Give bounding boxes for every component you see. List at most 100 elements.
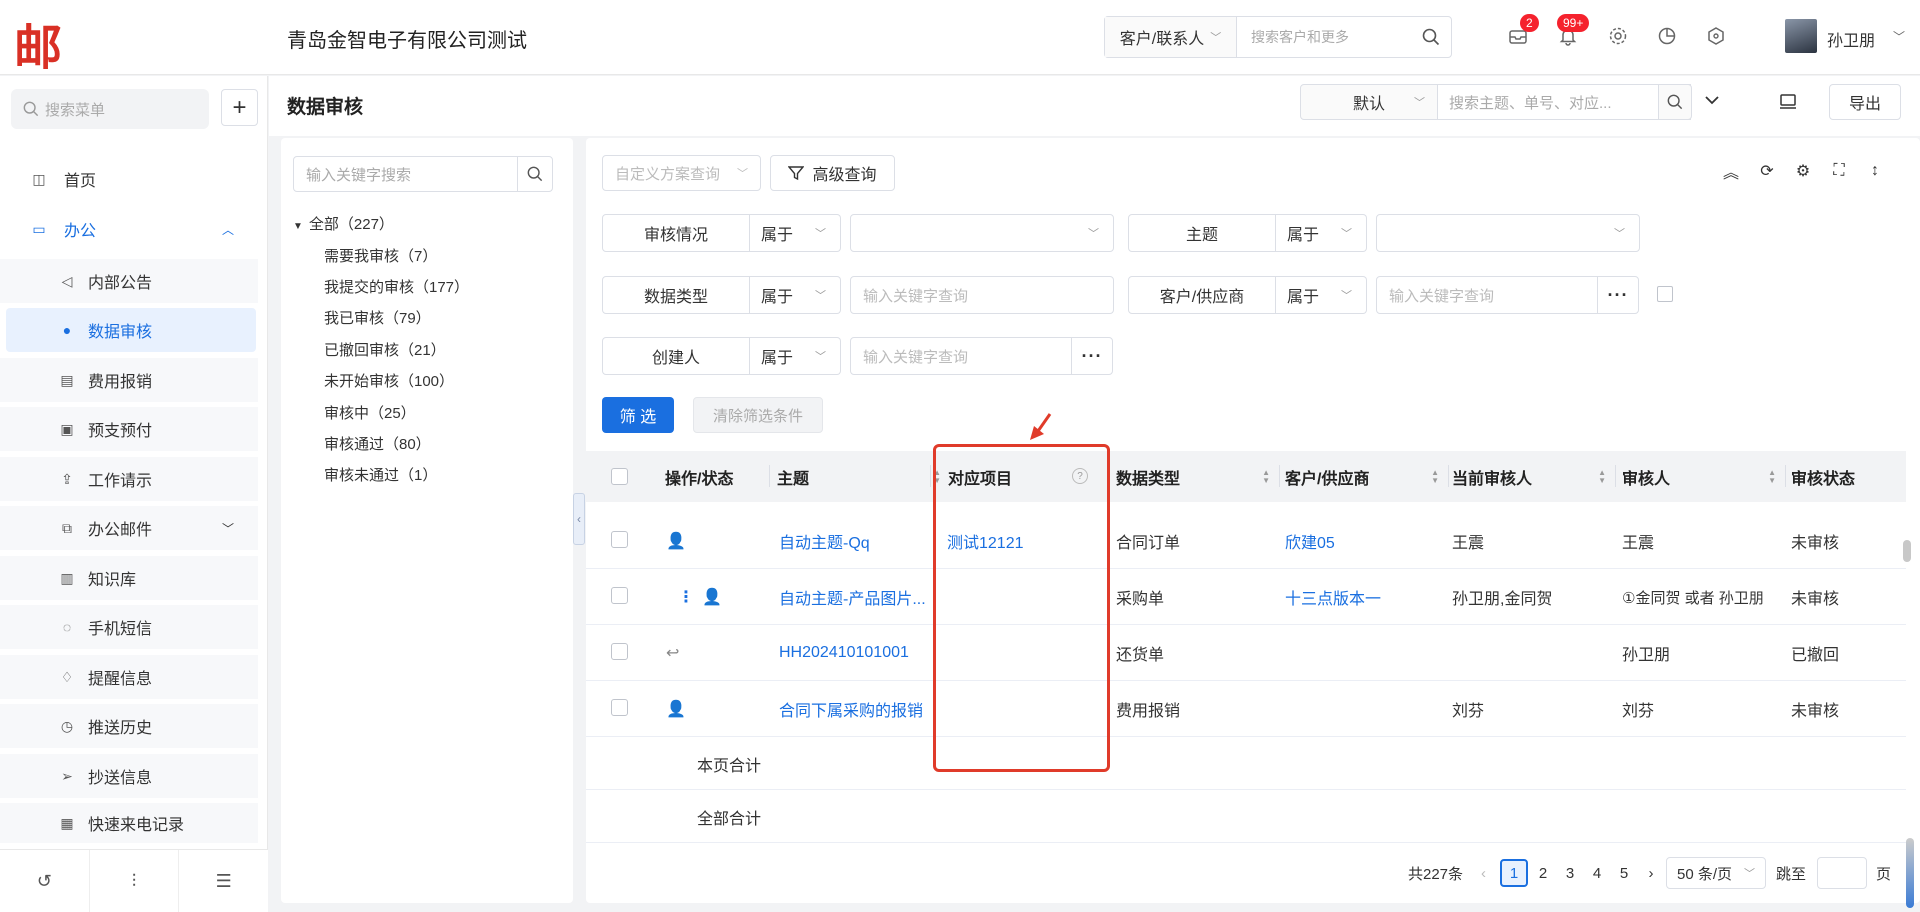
cube-icon[interactable] xyxy=(1704,24,1728,48)
chevron-down-icon[interactable] xyxy=(1704,92,1720,113)
page-3-button[interactable]: 3 xyxy=(1556,859,1584,887)
sidebar-item-mail[interactable]: ⧉ 办公邮件 ﹀ xyxy=(0,506,258,550)
search-icon[interactable] xyxy=(517,156,553,192)
help-icon[interactable]: ? xyxy=(1072,468,1088,484)
tree-search-input[interactable]: 输入关键字搜索 xyxy=(293,156,518,192)
collapse-panel-handle[interactable]: ‹ xyxy=(573,493,585,545)
collapse-menu-icon[interactable]: ☰ xyxy=(179,850,268,912)
sidebar-item-expense[interactable]: ▤ 费用报销 xyxy=(0,358,258,402)
sidebar-item-cc[interactable]: ➢ 抄送信息 xyxy=(0,754,258,798)
vertical-scrollbar[interactable] xyxy=(1903,540,1911,562)
page-4-button[interactable]: 4 xyxy=(1583,859,1611,887)
filter-op-select[interactable]: 属于 ﹀ xyxy=(749,276,841,314)
subject-link[interactable]: 自动主题-产品图片... xyxy=(779,569,926,625)
filter-op-select[interactable]: 属于 ﹀ xyxy=(1275,276,1367,314)
row-checkbox[interactable] xyxy=(611,531,628,548)
tree-node[interactable]: 我已审核（79） xyxy=(324,307,431,328)
page-size-select[interactable]: 50 条/页 ﹀ xyxy=(1666,857,1766,889)
record-search-input[interactable]: 搜索主题、单号、对应... xyxy=(1437,84,1691,120)
column-divider[interactable] xyxy=(1785,465,1786,487)
menu-search-input[interactable]: 搜索菜单 xyxy=(11,89,209,129)
sidebar-item-quick-call[interactable]: ▦ 快速来电记录 xyxy=(0,803,258,843)
table-row[interactable]: ⋮ 👤 自动主题-产品图片... 采购单 十三点版本一 孙卫朋,金同贺 ①金同贺… xyxy=(586,569,1906,625)
table-row[interactable]: ↩ HH202410101001 还货单 孙卫朋 已撤回 xyxy=(586,625,1906,681)
filter-checkbox[interactable] xyxy=(1657,286,1673,302)
history-icon[interactable]: ↺ xyxy=(0,850,90,912)
subject-link[interactable]: HH202410101001 xyxy=(779,625,909,681)
filter-value-select[interactable]: ﹀ xyxy=(1376,214,1640,252)
page-1-button[interactable]: 1 xyxy=(1500,859,1528,887)
sidebar-item-announcement[interactable]: ◁ 内部公告 xyxy=(0,259,258,303)
subject-link[interactable]: 合同下属采购的报销 xyxy=(779,681,923,737)
column-header-reviewer[interactable]: 审核人 ▲ ▼ xyxy=(1622,451,1782,502)
brand-logo[interactable]: 邮 xyxy=(14,8,62,78)
sidebar-item-request[interactable]: ⇪ 工作请示 xyxy=(0,457,258,501)
tree-node-all[interactable]: ▼ 全部（227） xyxy=(293,213,394,234)
tree-node[interactable]: 审核通过（80） xyxy=(324,433,431,454)
more-options-button[interactable]: ··· xyxy=(1071,337,1113,375)
monitor-icon[interactable] xyxy=(1773,84,1803,120)
scheme-select[interactable]: 默认 ﹀ xyxy=(1300,84,1438,120)
sidebar-item-home[interactable]: ◫ 首页 xyxy=(0,157,258,201)
column-divider[interactable] xyxy=(1615,465,1616,487)
sidebar-item-sms[interactable]: ◌ 手机短信 xyxy=(0,605,258,649)
subject-link[interactable]: 自动主题-Qq xyxy=(779,513,870,569)
column-header-customer[interactable]: 客户/供应商 ▲ ▼ xyxy=(1285,451,1445,502)
tree-node[interactable]: 未开始审核（100） xyxy=(324,370,454,391)
filter-keyword-input[interactable]: 输入关键字查询 xyxy=(850,276,1114,314)
jump-page-input[interactable] xyxy=(1817,857,1867,889)
row-checkbox[interactable] xyxy=(611,587,628,604)
custom-query-select[interactable]: 自定义方案查询 ﹀ xyxy=(602,155,761,191)
filter-value-select[interactable]: ﹀ xyxy=(850,214,1114,252)
filter-op-select[interactable]: 属于 ﹀ xyxy=(749,214,841,252)
page-5-button[interactable]: 5 xyxy=(1610,859,1638,887)
column-divider[interactable] xyxy=(1279,465,1280,487)
pie-chart-icon[interactable] xyxy=(1655,24,1679,48)
column-divider[interactable] xyxy=(930,465,931,487)
row-height-icon[interactable]: ↕ xyxy=(1864,160,1886,182)
sort-icon[interactable]: ▲ ▼ xyxy=(1262,469,1270,485)
tree-node[interactable]: 需要我审核（7） xyxy=(324,245,437,266)
refresh-icon[interactable]: ⟳ xyxy=(1756,160,1778,182)
table-row[interactable]: 👤 自动主题-Qq 测试12121 合同订单 欣建05 王震 王震 未审核 xyxy=(586,513,1906,569)
sidebar-item-advance[interactable]: ▣ 预支预付 xyxy=(0,407,258,451)
fullscreen-icon[interactable]: ⛶ xyxy=(1828,160,1850,182)
search-icon[interactable] xyxy=(1411,17,1451,57)
page-2-button[interactable]: 2 xyxy=(1529,859,1557,887)
filter-op-select[interactable]: 属于 ﹀ xyxy=(749,337,841,375)
global-search-input[interactable]: 搜索客户和更多 xyxy=(1237,27,1411,47)
sort-icon[interactable]: ▲ ▼ xyxy=(1768,469,1776,485)
column-divider[interactable] xyxy=(1448,465,1449,487)
chevron-down-icon[interactable]: ﹀ xyxy=(1893,28,1905,45)
sort-icon[interactable]: ▲ ▼ xyxy=(933,469,941,485)
column-header-project[interactable]: 对应项目 ? xyxy=(948,451,1098,502)
sidebar-item-data-review[interactable]: ● 数据审核 xyxy=(6,308,256,352)
sort-icon[interactable]: ▲ ▼ xyxy=(1431,469,1439,485)
row-checkbox[interactable] xyxy=(611,699,628,716)
tree-node[interactable]: 审核中（25） xyxy=(324,402,416,423)
filter-keyword-input[interactable]: 输入关键字查询 xyxy=(1376,276,1598,314)
add-menu-button[interactable]: + xyxy=(221,89,258,126)
tree-node[interactable]: 我提交的审核（177） xyxy=(324,276,469,297)
more-options-button[interactable]: ··· xyxy=(1597,276,1639,314)
sliders-icon[interactable]: ⫶ xyxy=(90,850,180,912)
user-name[interactable]: 孙卫朋 xyxy=(1827,27,1875,51)
filter-op-select[interactable]: 属于 ﹀ xyxy=(1275,214,1367,252)
column-header-subject[interactable]: 主题 ▲ ▼ xyxy=(777,451,947,502)
export-button[interactable]: 导出 xyxy=(1829,84,1901,120)
clear-filter-button[interactable]: 清除筛选条件 xyxy=(693,397,823,433)
project-link[interactable]: 测试12121 xyxy=(947,513,1024,569)
collapse-up-icon[interactable]: ︽ xyxy=(1720,160,1742,182)
search-type-select[interactable]: 客户/联系人 ﹀ xyxy=(1105,17,1237,57)
more-actions-icon[interactable]: ⋮ xyxy=(678,569,694,625)
avatar[interactable] xyxy=(1785,19,1817,53)
column-divider[interactable] xyxy=(769,465,770,487)
sidebar-item-reminder[interactable]: ♢ 提醒信息 xyxy=(0,655,258,699)
sidebar-item-knowledge[interactable]: ▥ 知识库 xyxy=(0,556,258,600)
tree-node[interactable]: 已撤回审核（21） xyxy=(324,339,446,360)
column-header-status[interactable]: 审核状态 xyxy=(1791,451,1901,502)
filter-keyword-input[interactable]: 输入关键字查询 xyxy=(850,337,1072,375)
next-page-icon[interactable]: › xyxy=(1637,859,1665,887)
table-row[interactable]: 👤 合同下属采购的报销 费用报销 刘芬 刘芬 未审核 xyxy=(586,681,1906,737)
select-all-checkbox[interactable] xyxy=(611,468,628,485)
